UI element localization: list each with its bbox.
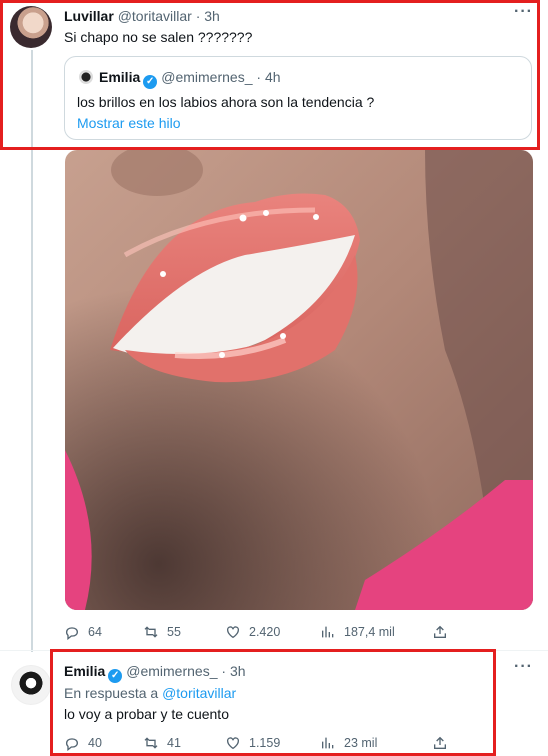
share-button[interactable] (432, 624, 448, 640)
retweet-icon (144, 737, 158, 749)
quoted-header: Emilia ✓ @emimernes_ · 4h (99, 69, 281, 89)
quoted-tweet[interactable]: Emilia ✓ @emimernes_ · 4h los brillos en l… (64, 56, 532, 140)
author-name[interactable]: Emilia (64, 663, 105, 679)
share-icon (434, 625, 446, 638)
views-count: 187,4 mil (344, 625, 395, 639)
like-button[interactable]: 1.159 (225, 735, 320, 751)
quoted-author-handle[interactable]: @emimernes_ (161, 69, 252, 85)
like-button[interactable]: 2.420 (225, 624, 320, 640)
quoted-text: los brillos en los labios ahora son la t… (77, 94, 375, 110)
thread-line (31, 50, 33, 652)
share-icon (434, 736, 446, 749)
replying-to-link[interactable]: @toritavillar (162, 685, 236, 701)
reply-text: lo voy a probar y te cuento (64, 706, 229, 722)
retweet-count: 41 (167, 736, 181, 750)
tweet-text: Si chapo no se salen ??????? (64, 29, 253, 45)
replying-to: En respuesta a @toritavillar (64, 685, 236, 701)
like-count: 1.159 (249, 736, 281, 750)
tweet-luvillar[interactable]: Luvillar @toritavillar · 3h ··· Si chapo… (0, 0, 548, 652)
timestamp[interactable]: 3h (204, 8, 220, 24)
views-button[interactable]: 23 mil (320, 735, 432, 751)
more-icon[interactable]: ··· (514, 3, 533, 21)
views-button[interactable]: 187,4 mil (320, 624, 432, 640)
retweet-count: 55 (167, 625, 181, 639)
quoted-timestamp[interactable]: 4h (265, 69, 281, 85)
quoted-avatar[interactable] (79, 70, 93, 84)
lips-photo (65, 150, 533, 610)
separator-dot: · (256, 69, 262, 85)
like-icon (227, 737, 239, 750)
views-icon (322, 737, 334, 749)
tweet-media-image[interactable] (65, 150, 533, 610)
share-button[interactable] (432, 735, 448, 751)
verified-icon: ✓ (108, 669, 123, 683)
reply-icon (66, 627, 78, 640)
show-thread-link[interactable]: Mostrar este hilo (77, 115, 180, 131)
separator-dot: · (221, 663, 227, 679)
like-icon (227, 626, 239, 639)
replying-prefix: En respuesta a (64, 685, 159, 701)
reply-actions: 40 41 1.159 23 mil (64, 735, 448, 751)
reply-button[interactable]: 64 (64, 624, 143, 640)
tweet-divider (0, 650, 548, 651)
author-handle[interactable]: @toritavillar (118, 8, 192, 24)
reply-button[interactable]: 40 (64, 735, 143, 751)
separator-dot: · (195, 8, 201, 24)
views-icon (322, 626, 334, 638)
author-name[interactable]: Luvillar (64, 8, 114, 24)
like-count: 2.420 (249, 625, 281, 639)
more-icon[interactable]: ··· (514, 658, 533, 676)
author-handle[interactable]: @emimernes_ (126, 663, 217, 679)
avatar[interactable] (11, 665, 51, 705)
views-count: 23 mil (344, 736, 378, 750)
timestamp[interactable]: 3h (230, 663, 246, 679)
retweet-button[interactable]: 55 (143, 624, 225, 640)
retweet-icon (144, 626, 158, 638)
tweet-header: Luvillar @toritavillar · 3h (64, 8, 220, 24)
quoted-author-name[interactable]: Emilia (99, 69, 140, 85)
avatar[interactable] (10, 6, 52, 48)
reply-count: 40 (88, 736, 102, 750)
reply-header: Emilia ✓ @emimernes_ · 3h (64, 663, 246, 683)
reply-count: 64 (88, 625, 102, 639)
reply-icon (66, 738, 78, 751)
retweet-button[interactable]: 41 (143, 735, 225, 751)
tweet-actions: 64 55 2.420 187,4 mil (64, 624, 448, 640)
verified-icon: ✓ (143, 75, 158, 89)
